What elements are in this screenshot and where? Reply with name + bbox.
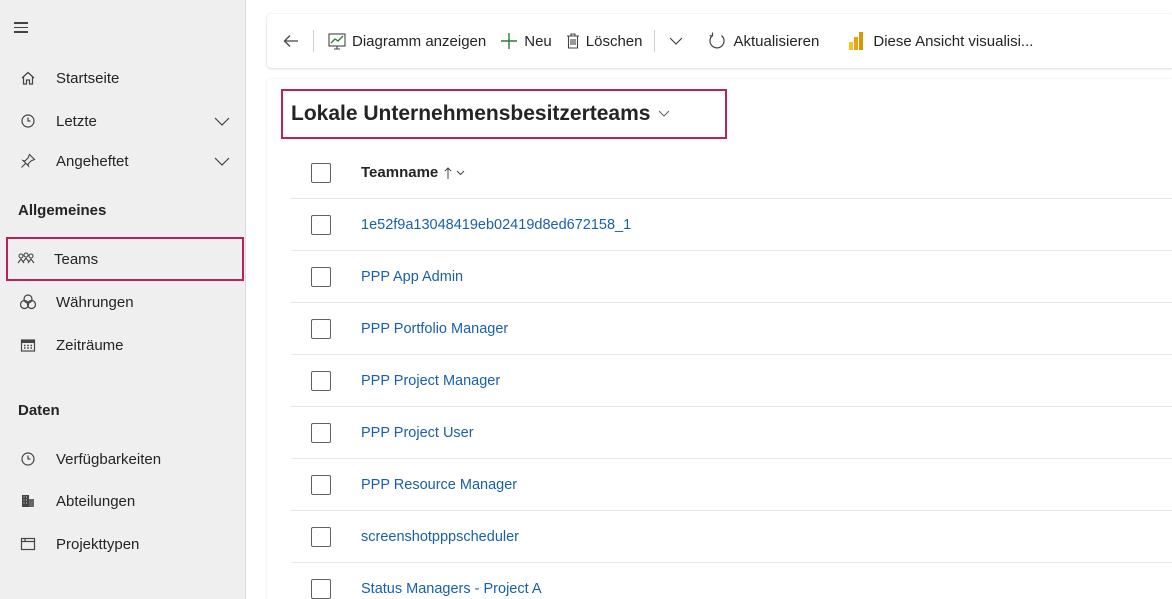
sidebar-item-label: Währungen <box>56 293 134 311</box>
refresh-label: Aktualisieren <box>733 32 820 50</box>
sidebar-item-label: Startseite <box>56 69 120 87</box>
refresh-icon <box>707 31 727 51</box>
chevron-down-icon[interactable] <box>214 114 230 131</box>
table-row[interactable]: Status Managers - Project A <box>291 563 1172 599</box>
row-checkbox[interactable] <box>311 214 331 235</box>
section-title-daten: Daten <box>18 402 60 419</box>
sidebar-item-label: Abteilungen <box>56 492 136 510</box>
sidebar-item-label: Letzte <box>56 112 97 130</box>
currency-icon <box>18 292 38 312</box>
row-checkbox[interactable] <box>311 474 331 495</box>
command-bar: Diagramm anzeigen Neu Löschen Aktualisie… <box>267 14 1172 68</box>
home-icon <box>18 68 38 88</box>
sidebar-item-teams[interactable]: Teams <box>6 237 244 281</box>
sidebar-item-angeheftet[interactable]: Angeheftet <box>0 141 246 181</box>
team-name-link[interactable]: PPP Resource Manager <box>361 477 517 493</box>
team-name-link[interactable]: screenshotpppscheduler <box>361 529 519 545</box>
view-selector[interactable]: Lokale Unternehmensbesitzerteams <box>281 89 727 139</box>
row-checkbox[interactable] <box>311 526 331 547</box>
back-button[interactable] <box>267 14 313 68</box>
team-name-link[interactable]: PPP Portfolio Manager <box>361 321 508 337</box>
delete-label: Löschen <box>585 32 643 50</box>
row-checkbox[interactable] <box>311 318 331 339</box>
clock-icon <box>18 449 38 469</box>
sidebar-item-label: Angeheftet <box>56 152 129 170</box>
new-button[interactable]: Neu <box>500 14 566 68</box>
table-row[interactable]: 1e52f9a13048419eb02419d8ed672158_1 <box>291 199 1172 251</box>
column-header-label: Teamname <box>361 164 439 181</box>
sidebar-item-startseite[interactable]: Startseite <box>0 58 246 98</box>
row-checkbox[interactable] <box>311 266 331 287</box>
trash-icon <box>566 33 580 49</box>
sidebar-item-projekttypen[interactable]: Projekttypen <box>0 524 246 564</box>
grid-panel: Lokale Unternehmensbesitzerteams Teamnam… <box>267 79 1172 599</box>
plus-icon <box>500 32 518 50</box>
table-row[interactable]: PPP Resource Manager <box>291 459 1172 511</box>
chevron-down-icon <box>456 170 465 176</box>
back-arrow-icon <box>283 35 298 47</box>
chevron-down-icon[interactable] <box>214 154 230 171</box>
table-row[interactable]: PPP Project User <box>291 407 1172 459</box>
row-checkbox[interactable] <box>311 370 331 391</box>
delete-button[interactable]: Löschen <box>566 14 655 68</box>
sidebar-item-zeitraeume[interactable]: Zeiträume <box>0 325 246 365</box>
sidebar-item-letzte[interactable]: Letzte <box>0 101 246 141</box>
row-checkbox[interactable] <box>311 578 331 599</box>
refresh-button[interactable]: Aktualisieren <box>707 14 849 68</box>
sort-ascending-icon <box>444 166 452 179</box>
show-chart-label: Diagramm anzeigen <box>352 32 487 50</box>
sidebar-item-label: Teams <box>54 250 99 268</box>
power-bi-icon <box>849 32 864 50</box>
clock-icon <box>18 111 38 131</box>
pin-icon <box>18 151 38 171</box>
sidebar-item-verfuegbarkeiten[interactable]: Verfügbarkeiten <box>0 439 246 479</box>
more-commands-dropdown[interactable] <box>655 14 707 68</box>
view-title: Lokale Unternehmensbesitzerteams <box>291 102 651 125</box>
team-name-link[interactable]: Status Managers - Project A <box>361 581 542 597</box>
calendar-icon <box>18 335 38 355</box>
table-row[interactable]: PPP Project Manager <box>291 355 1172 407</box>
team-name-link[interactable]: 1e52f9a13048419eb02419d8ed672158_1 <box>361 217 631 233</box>
sidebar-item-label: Verfügbarkeiten <box>56 450 162 468</box>
sidebar-item-abteilungen[interactable]: Abteilungen <box>0 481 246 521</box>
teams-icon <box>16 249 36 269</box>
section-title-allgemeines: Allgemeines <box>18 202 107 219</box>
hamburger-menu-icon[interactable] <box>14 22 28 33</box>
visualize-label: Diese Ansicht visualisi... <box>873 32 1034 50</box>
select-all-checkbox[interactable] <box>311 162 331 183</box>
chevron-down-icon <box>658 110 670 118</box>
team-name-link[interactable]: PPP Project User <box>361 425 474 441</box>
folder-icon <box>18 534 38 554</box>
chart-icon <box>328 32 346 50</box>
sidebar: Startseite Letzte Angeheftet Allgemeines… <box>0 0 246 599</box>
show-chart-button[interactable]: Diagramm anzeigen <box>314 14 500 68</box>
team-name-link[interactable]: PPP Project Manager <box>361 373 500 389</box>
sidebar-item-label: Zeiträume <box>56 336 124 354</box>
table-row[interactable]: screenshotpppscheduler <box>291 511 1172 563</box>
row-checkbox[interactable] <box>311 422 331 443</box>
grid-header-row: Teamname <box>291 147 1172 199</box>
table-row[interactable]: PPP App Admin <box>291 251 1172 303</box>
building-icon <box>18 491 38 511</box>
visualize-view-button[interactable]: Diese Ansicht visualisi... <box>849 14 1033 68</box>
team-name-link[interactable]: PPP App Admin <box>361 269 463 285</box>
column-header-teamname[interactable]: Teamname <box>361 164 465 181</box>
sidebar-item-waehrungen[interactable]: Währungen <box>0 282 246 322</box>
new-label: Neu <box>524 32 552 50</box>
table-row[interactable]: PPP Portfolio Manager <box>291 303 1172 355</box>
sidebar-item-label: Projekttypen <box>56 535 140 553</box>
chevron-down-icon <box>670 37 683 45</box>
